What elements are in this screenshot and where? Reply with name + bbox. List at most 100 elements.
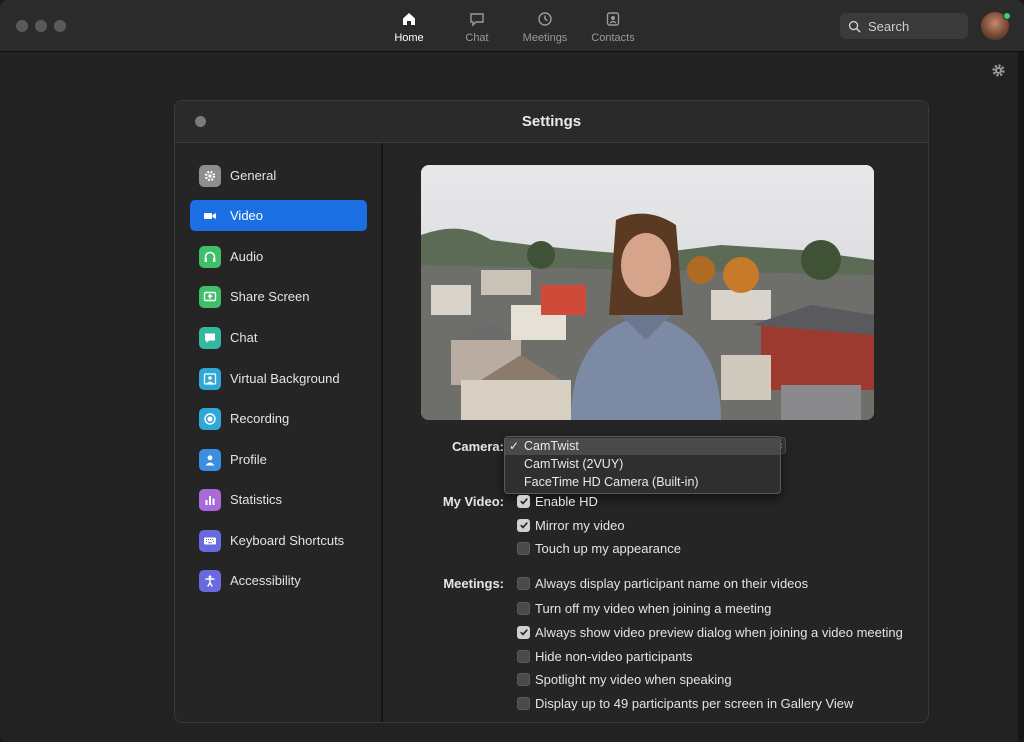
sidebar-item-label: Recording	[230, 411, 290, 426]
chat-bubble-icon	[199, 326, 221, 349]
nav-chat[interactable]: Chat	[443, 0, 511, 52]
record-icon	[199, 407, 221, 430]
nav-contacts[interactable]: Contacts	[579, 0, 647, 52]
checkbox-label: Mirror my video	[535, 517, 625, 533]
sidebar-item-label: Chat	[230, 330, 258, 345]
sidebar-item-share-screen[interactable]: Share Screen	[190, 281, 367, 312]
gear-icon[interactable]	[991, 63, 1006, 78]
accessibility-icon	[199, 569, 221, 592]
sidebar-item-virtual-background[interactable]: Virtual Background	[190, 363, 367, 394]
keyboard-icon	[199, 529, 221, 552]
virtual-background-icon	[199, 367, 221, 390]
sidebar-item-label: Statistics	[230, 492, 283, 507]
title-bar: Home Chat Meetings Contacts Search	[0, 0, 1024, 52]
sidebar-item-profile[interactable]: Profile	[190, 444, 367, 475]
sidebar-item-label: Audio	[230, 249, 264, 264]
sidebar-item-label: General	[230, 168, 277, 183]
sidebar-item-audio[interactable]: Audio	[190, 241, 367, 272]
sidebar-item-chat[interactable]: Chat	[190, 322, 367, 353]
checkbox[interactable]	[517, 494, 530, 508]
video-camera-icon	[199, 204, 221, 227]
sidebar-item-label: Accessibility	[230, 573, 301, 588]
sidebar-item-label: Virtual Background	[230, 371, 340, 386]
window-zoom-button[interactable]	[54, 20, 66, 32]
sidebar-item-label: Keyboard Shortcuts	[230, 533, 345, 548]
checkbox[interactable]	[517, 541, 530, 555]
camera-option[interactable]: CamTwist (2VUY)	[505, 456, 780, 473]
nav-home-label: Home	[394, 32, 424, 44]
window-close-button[interactable]	[16, 20, 28, 32]
nav-contacts-label: Contacts	[591, 32, 635, 44]
camera-label: Camera:	[451, 439, 504, 454]
settings-window: Settings General Video Audio Share Scree…	[174, 100, 929, 723]
turn-off-video-checkbox[interactable]: Turn off my video when joining a meeting	[517, 600, 771, 616]
checkbox[interactable]	[517, 576, 530, 590]
camera-preview-image	[421, 165, 874, 420]
nav-home[interactable]: Home	[375, 0, 443, 52]
search-box[interactable]: Search	[840, 13, 968, 39]
headphones-icon	[199, 245, 221, 268]
nav-meetings[interactable]: Meetings	[511, 0, 579, 52]
checkbox-label: Spotlight my video when speaking	[535, 671, 732, 687]
video-settings-panel: Camera: ▴▾ ✓ CamTwist CamTwist (2VUY) Fa…	[385, 143, 928, 722]
checkbox[interactable]	[517, 649, 530, 663]
my-video-label: My Video:	[442, 494, 504, 509]
camera-option[interactable]: FaceTime HD Camera (Built-in)	[505, 474, 780, 491]
checkbox[interactable]	[517, 672, 530, 686]
settings-sidebar: General Video Audio Share Screen Chat Vi…	[175, 143, 383, 722]
gear-icon	[199, 164, 221, 187]
checkbox-label: Always show video preview dialog when jo…	[535, 624, 903, 640]
enable-hd-checkbox[interactable]: Enable HD	[517, 493, 598, 509]
checkbox-label: Touch up my appearance	[535, 540, 681, 556]
checkbox[interactable]	[517, 601, 530, 615]
search-placeholder: Search	[868, 18, 910, 34]
checkbox-label: Display up to 49 participants per screen…	[535, 695, 854, 711]
sidebar-item-general[interactable]: General	[190, 160, 367, 191]
sidebar-item-label: Share Screen	[230, 289, 310, 304]
checkbox-label: Hide non-video participants	[535, 648, 693, 664]
clock-icon	[538, 12, 552, 26]
spotlight-video-checkbox[interactable]: Spotlight my video when speaking	[517, 671, 732, 687]
checkbox-label: Always display participant name on their…	[535, 575, 809, 591]
camera-option[interactable]: ✓ CamTwist	[505, 438, 780, 455]
camera-option-label: CamTwist	[524, 439, 579, 453]
sidebar-item-statistics[interactable]: Statistics	[190, 484, 367, 515]
checkbox-label: Turn off my video when joining a meeting	[535, 600, 772, 616]
sidebar-item-recording[interactable]: Recording	[190, 403, 367, 434]
sidebar-item-keyboard-shortcuts[interactable]: Keyboard Shortcuts	[190, 525, 367, 556]
camera-option-label: FaceTime HD Camera (Built-in)	[524, 475, 699, 489]
camera-dropdown-menu: ✓ CamTwist CamTwist (2VUY) FaceTime HD C…	[504, 436, 781, 494]
sidebar-item-label: Profile	[230, 452, 267, 467]
nav-chat-label: Chat	[465, 32, 489, 44]
video-preview-dialog-checkbox[interactable]: Always show video preview dialog when jo…	[517, 624, 903, 640]
background-window-edge	[1018, 52, 1024, 742]
checkbox[interactable]	[517, 696, 530, 710]
mirror-video-checkbox[interactable]: Mirror my video	[517, 517, 625, 533]
display-participant-name-checkbox[interactable]: Always display participant name on their…	[517, 575, 808, 591]
top-nav: Home Chat Meetings Contacts	[375, 0, 647, 52]
sidebar-item-accessibility[interactable]: Accessibility	[190, 565, 367, 596]
window-minimize-button[interactable]	[35, 20, 47, 32]
home-icon	[403, 13, 415, 25]
search-icon	[848, 20, 861, 33]
checkbox[interactable]	[517, 518, 530, 532]
hide-non-video-checkbox[interactable]: Hide non-video participants	[517, 648, 693, 664]
meetings-label: Meetings:	[443, 576, 504, 591]
checkbox[interactable]	[517, 625, 530, 639]
camera-preview	[421, 165, 874, 420]
bar-chart-icon	[199, 488, 221, 511]
gallery-49-checkbox[interactable]: Display up to 49 participants per screen…	[517, 695, 853, 711]
nav-meetings-label: Meetings	[522, 32, 568, 44]
online-status-dot	[1003, 12, 1011, 20]
settings-title-bar: Settings	[175, 101, 928, 143]
sidebar-item-label: Video	[230, 208, 264, 223]
contact-card-icon	[606, 12, 620, 26]
checkbox-label: Enable HD	[535, 493, 598, 509]
camera-option-label: CamTwist (2VUY)	[524, 457, 624, 471]
share-screen-icon	[199, 285, 221, 308]
checkmark-icon: ✓	[509, 439, 520, 453]
sidebar-item-video[interactable]: Video	[190, 200, 367, 231]
touch-up-checkbox[interactable]: Touch up my appearance	[517, 540, 681, 556]
settings-title: Settings	[521, 113, 582, 130]
chat-bubble-icon	[470, 13, 484, 27]
